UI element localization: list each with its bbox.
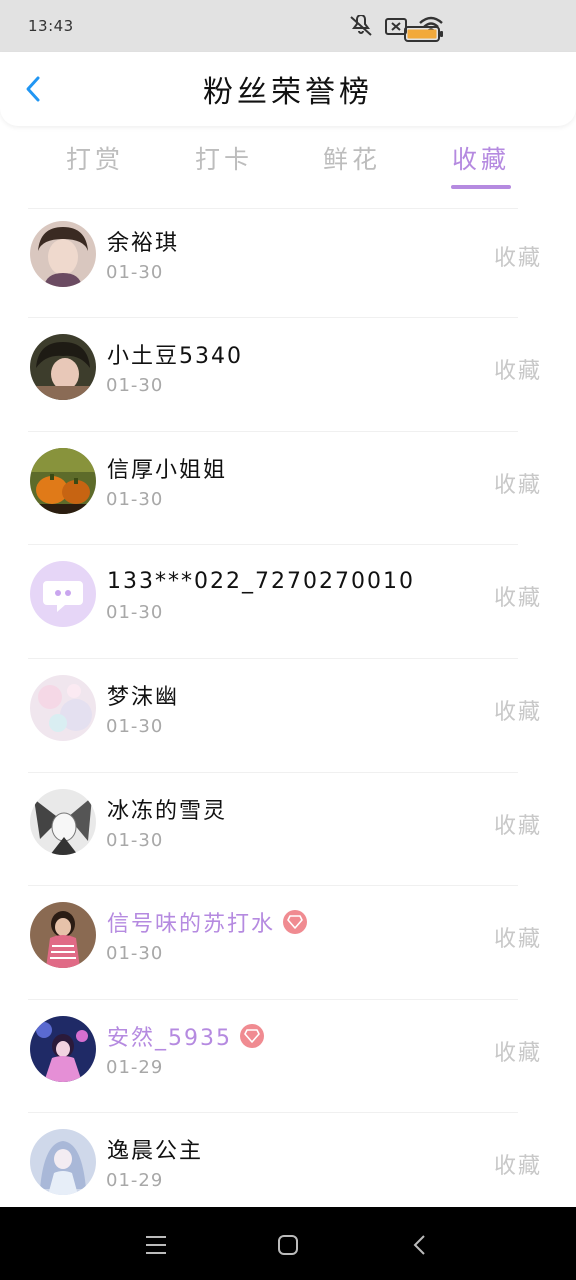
chevron-left-icon[interactable] <box>18 74 48 104</box>
tab-bar: 打赏 打卡 鲜花 收藏 <box>0 138 576 194</box>
fan-date: 01-30 <box>106 716 164 737</box>
fan-row[interactable]: 安然_5935 01-29 收藏 <box>0 1005 576 1118</box>
header: 粉丝荣誉榜 <box>0 52 576 126</box>
battery-icon <box>404 24 444 48</box>
fan-action-label: 收藏 <box>494 586 543 611</box>
avatar[interactable] <box>30 334 96 400</box>
avatar[interactable] <box>30 561 96 627</box>
home-icon[interactable] <box>272 1229 304 1261</box>
divider <box>28 658 518 659</box>
fan-name: 小土豆5340 <box>107 344 243 369</box>
avatar[interactable] <box>30 902 96 968</box>
status-time: 13:43 <box>28 17 74 35</box>
vip-diamond-icon <box>240 1024 264 1048</box>
avatar[interactable] <box>30 1016 96 1082</box>
fan-name-line: 余裕琪 <box>107 226 179 256</box>
menu-icon[interactable] <box>140 1229 172 1261</box>
avatar[interactable] <box>30 221 96 287</box>
fan-name-line: 冰冻的雪灵 <box>107 794 227 824</box>
fan-date: 01-30 <box>106 602 164 623</box>
vip-diamond-icon <box>283 910 308 934</box>
status-icons <box>348 15 548 37</box>
fan-action-label: 收藏 <box>494 359 543 384</box>
mute-icon <box>348 15 374 37</box>
fan-date: 01-30 <box>106 262 164 283</box>
fan-action-label: 收藏 <box>494 1041 543 1066</box>
fan-name: 梦沫幽 <box>107 685 180 710</box>
fan-name-line: 小土豆5340 <box>107 339 243 369</box>
fan-name-line: 逸晨公主 <box>107 1134 203 1164</box>
fan-name: 安然_5935 <box>107 1026 232 1051</box>
fan-name: 信号味的苏打水 <box>107 912 276 937</box>
fan-name-line: 梦沫幽 <box>107 680 179 710</box>
divider <box>28 1112 518 1113</box>
active-tab-indicator <box>451 185 511 189</box>
fan-action-label: 收藏 <box>494 1154 543 1179</box>
tab-tips[interactable]: 打赏 <box>45 140 145 188</box>
fan-action-label: 收藏 <box>494 927 543 952</box>
status-bar: 13:43 <box>0 0 576 52</box>
divider <box>28 772 518 773</box>
fan-date: 01-29 <box>106 1057 164 1078</box>
fan-name: 信厚小姐姐 <box>107 458 228 483</box>
fan-date: 01-30 <box>106 489 164 510</box>
avatar[interactable] <box>30 1129 96 1195</box>
tab-flowers[interactable]: 鲜花 <box>302 140 402 188</box>
fan-row[interactable]: 小土豆5340 01-30 收藏 <box>0 323 576 436</box>
back-icon[interactable] <box>404 1229 436 1261</box>
fan-row[interactable]: 133***022_7270270010 01-30 收藏 <box>0 550 576 663</box>
fan-name: 冰冻的雪灵 <box>107 799 228 824</box>
tab-favorites[interactable]: 收藏 <box>431 140 531 188</box>
fan-name: 逸晨公主 <box>107 1139 204 1164</box>
fan-date: 01-29 <box>106 1170 164 1191</box>
fan-row[interactable]: 余裕琪 01-30 收藏 <box>0 210 576 323</box>
fan-row[interactable]: 信厚小姐姐 01-30 收藏 <box>0 437 576 550</box>
avatar[interactable] <box>30 675 96 741</box>
fan-row[interactable]: 信号味的苏打水 01-30 收藏 <box>0 891 576 1004</box>
fan-name-line: 信厚小姐姐 <box>107 453 227 483</box>
divider <box>28 999 518 1000</box>
divider <box>28 208 518 209</box>
fan-row[interactable]: 梦沫幽 01-30 收藏 <box>0 664 576 777</box>
tab-checkin[interactable]: 打卡 <box>174 140 274 188</box>
divider <box>28 544 518 545</box>
divider <box>28 885 518 886</box>
fan-name-line: 133***022_7270270010 <box>107 566 415 596</box>
fan-action-label: 收藏 <box>494 814 543 839</box>
fan-name-line: 安然_5935 <box>107 1021 264 1051</box>
fan-row[interactable]: 冰冻的雪灵 01-30 收藏 <box>0 778 576 891</box>
fan-action-label: 收藏 <box>494 473 543 498</box>
avatar[interactable] <box>30 448 96 514</box>
fan-date: 01-30 <box>106 943 164 964</box>
fan-name-line: 信号味的苏打水 <box>107 907 308 937</box>
system-nav-bar <box>0 1207 576 1280</box>
fan-action-label: 收藏 <box>494 246 543 271</box>
divider <box>28 431 518 432</box>
page-title: 粉丝荣誉榜 <box>203 75 373 110</box>
fan-action-label: 收藏 <box>494 700 543 725</box>
fan-date: 01-30 <box>106 830 164 851</box>
fan-name: 133***022_7270270010 <box>107 568 415 594</box>
divider <box>28 317 518 318</box>
avatar[interactable] <box>30 789 96 855</box>
fan-name: 余裕琪 <box>107 231 180 256</box>
fan-date: 01-30 <box>106 375 164 396</box>
